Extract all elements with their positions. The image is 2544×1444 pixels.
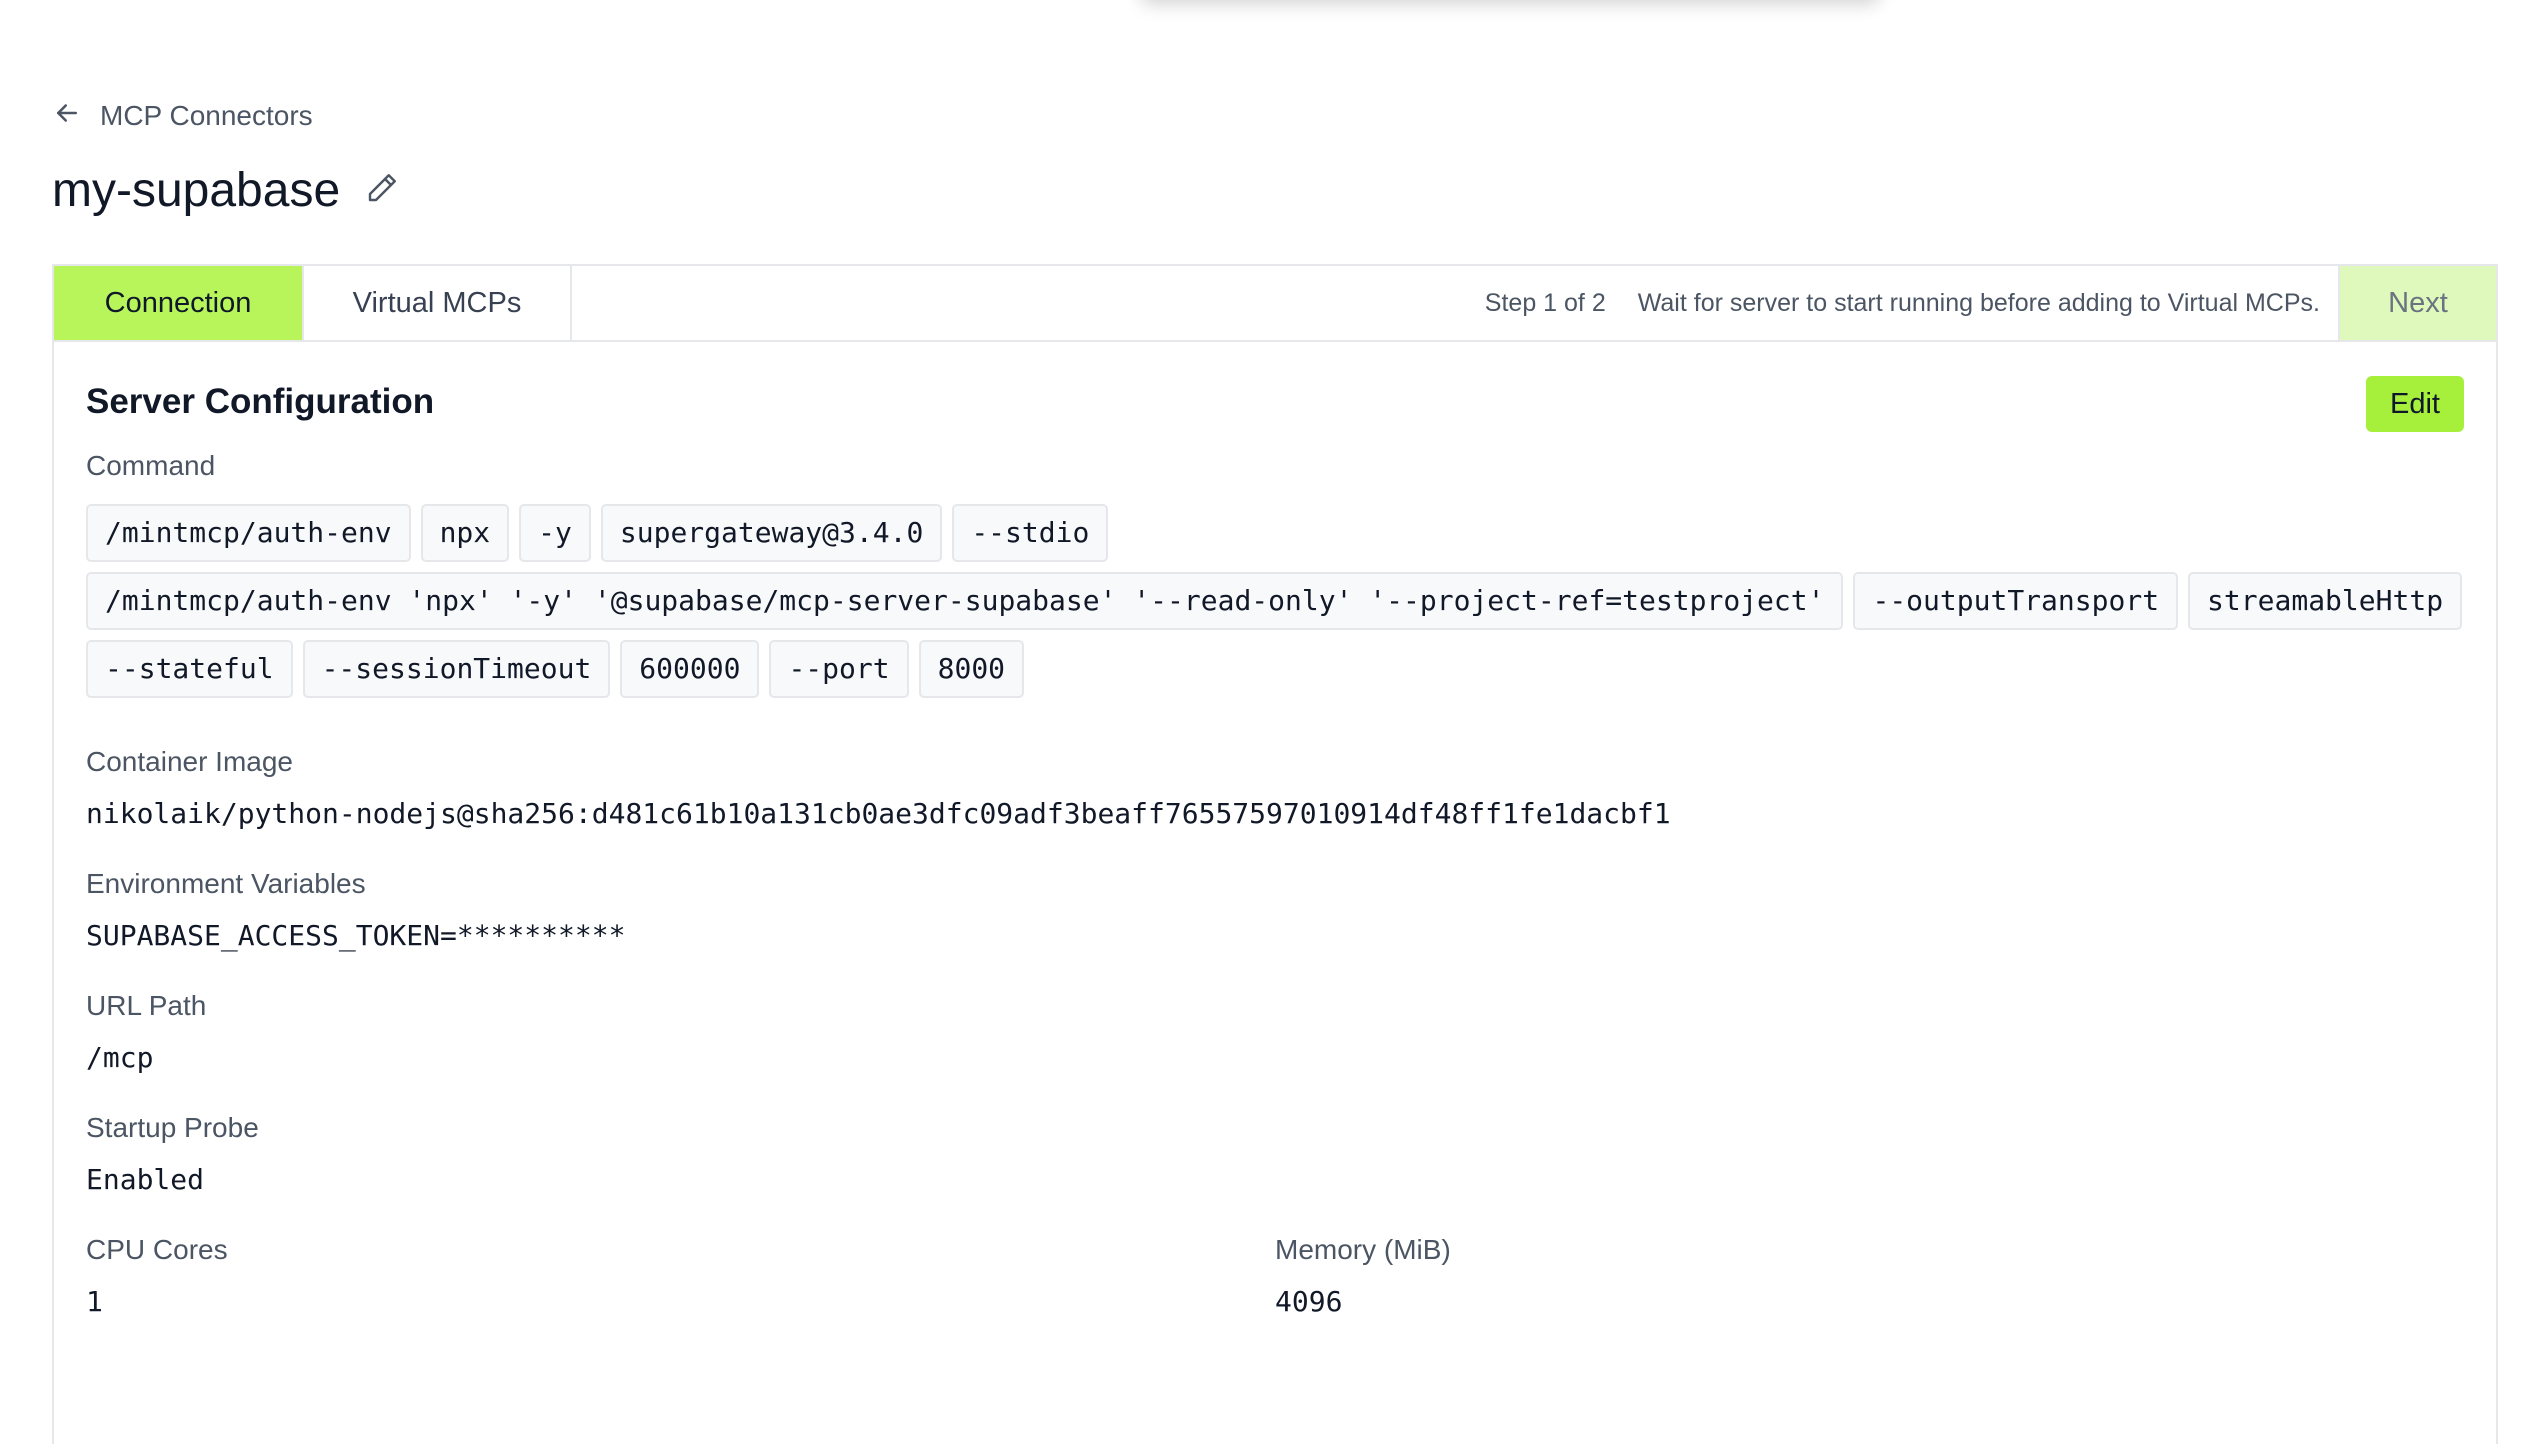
edit-button[interactable]: Edit: [2366, 376, 2464, 432]
env-value: SUPABASE_ACCESS_TOKEN=**********: [86, 919, 626, 952]
memory-label: Memory (MiB): [1275, 1234, 1451, 1265]
resources-row: CPU Cores 1 Memory (MiB) 4096: [86, 1234, 2464, 1320]
breadcrumb-label[interactable]: MCP Connectors: [100, 100, 313, 132]
connector-card: Connection Virtual MCPs Step 1 of 2 Wait…: [52, 264, 2498, 1444]
command-chip: --port: [769, 640, 909, 698]
container-image-group: Container Image nikolaik/python-nodejs@s…: [86, 746, 2464, 832]
startup-probe-label: Startup Probe: [86, 1112, 259, 1143]
tab-bar: Connection Virtual MCPs Step 1 of 2 Wait…: [54, 266, 2496, 342]
cpu-value: 1: [86, 1285, 103, 1318]
breadcrumb[interactable]: MCP Connectors: [52, 96, 2544, 136]
wizard-hint: Wait for server to start running before …: [1637, 288, 2320, 317]
url-path-value: /mcp: [86, 1041, 154, 1074]
command-chip: streamableHttp: [2188, 572, 2463, 630]
env-label: Environment Variables: [86, 868, 366, 899]
next-button[interactable]: Next: [2338, 266, 2496, 340]
title-row: my-supabase: [52, 158, 2544, 222]
command-chip: 600000: [620, 640, 760, 698]
command-chips: /mintmcp/auth-env npx -y supergateway@3.…: [86, 504, 2506, 698]
url-path-group: URL Path /mcp: [86, 990, 2464, 1076]
command-chip: -y: [519, 504, 591, 562]
container-image-label: Container Image: [86, 746, 294, 777]
arrow-left-icon[interactable]: [52, 98, 82, 135]
env-group: Environment Variables SUPABASE_ACCESS_TO…: [86, 868, 2464, 954]
command-chip: --stdio: [952, 504, 1109, 562]
command-chip: npx: [420, 504, 510, 562]
command-chip: /mintmcp/auth-env: [86, 504, 411, 562]
wizard-step: Step 1 of 2: [1484, 288, 1606, 317]
startup-probe-group: Startup Probe Enabled: [86, 1112, 2464, 1198]
command-chip: supergateway@3.4.0: [600, 504, 943, 562]
pencil-icon[interactable]: [364, 170, 400, 211]
command-chip: --stateful: [86, 640, 293, 698]
tab-spacer: [572, 266, 1485, 340]
url-path-label: URL Path: [86, 990, 207, 1021]
cpu-group: CPU Cores 1: [86, 1234, 1275, 1320]
cpu-label: CPU Cores: [86, 1234, 228, 1265]
command-label: Command: [86, 450, 216, 481]
command-chip: --sessionTimeout: [302, 640, 611, 698]
memory-group: Memory (MiB) 4096: [1275, 1234, 2464, 1320]
tab-connection[interactable]: Connection: [54, 266, 304, 340]
page: MCP Connectors my-supabase: [0, 0, 2544, 222]
tab-virtual-mcps[interactable]: Virtual MCPs: [304, 266, 572, 340]
startup-probe-value: Enabled: [86, 1163, 205, 1196]
command-chip: --outputTransport: [1853, 572, 2179, 630]
page-title: my-supabase: [52, 163, 341, 217]
command-chip: /mintmcp/auth-env 'npx' '-y' '@supabase/…: [86, 572, 1844, 630]
server-configuration: Server Configuration Edit Command /mintm…: [54, 342, 2496, 1320]
section-title: Server Configuration: [86, 382, 435, 421]
command-chip: 8000: [918, 640, 1025, 698]
memory-value: 4096: [1275, 1285, 1343, 1318]
container-image-value: nikolaik/python-nodejs@sha256:d481c61b10…: [86, 797, 1671, 830]
